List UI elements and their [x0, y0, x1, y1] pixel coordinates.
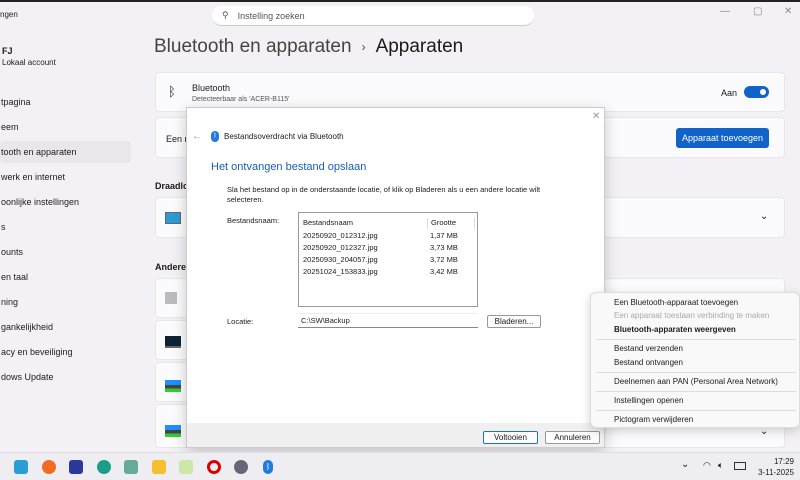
search-input[interactable]: ⚲ Instelling zoeken — [212, 6, 534, 26]
close-button[interactable]: ✕ — [784, 6, 792, 17]
battery-icon[interactable] — [734, 462, 746, 470]
chevron-up-tray-icon[interactable]: ⌄ — [681, 459, 689, 470]
edge-icon[interactable] — [97, 460, 111, 474]
menu-item-allow-connection: Een apparaat toestaan verbinding te make… — [614, 311, 770, 320]
file-name: 20250920_012312.jpg — [303, 231, 378, 240]
column-header-size[interactable]: Grootte — [427, 218, 475, 229]
finish-button[interactable]: Voltooien — [483, 431, 538, 444]
menu-item-show-devices[interactable]: Bluetooth-apparaten weergeven — [614, 325, 736, 334]
search-icon: ⚲ — [222, 10, 229, 20]
photos-icon[interactable] — [179, 460, 193, 474]
dialog-instruction: Sla het bestand op in de onderstaande lo… — [227, 185, 541, 204]
bluetooth-card — [155, 72, 785, 112]
file-name: 20250920_012327.jpg — [303, 243, 378, 252]
user-name: FJ — [2, 46, 13, 56]
file-size: 3,72 MB — [430, 255, 458, 264]
dialog-header: Bestandsoverdracht via Bluetooth — [224, 132, 344, 141]
menu-separator — [596, 339, 796, 340]
bluetooth-subtitle: Detecteerbaar als 'ACER-B115' — [192, 96, 290, 103]
menu-item-receive-file[interactable]: Bestand ontvangen — [614, 358, 683, 367]
bluetooth-icon: ᛒ — [168, 84, 176, 99]
page-title: Apparaten — [375, 36, 464, 57]
firefox-icon[interactable] — [42, 460, 56, 474]
file-explorer-icon[interactable] — [152, 460, 166, 474]
bluetooth-state: Aan — [721, 88, 738, 98]
save-icon[interactable] — [69, 460, 83, 474]
bluetooth-transfer-dialog: ✕ ← ᛒ Bestandsoverdracht via Bluetooth H… — [186, 107, 605, 448]
sidebar-item-windows-update[interactable]: dows Update — [0, 366, 131, 388]
menu-separator — [596, 391, 796, 392]
menu-item-add-device[interactable]: Een Bluetooth-apparaat toevoegen — [614, 298, 738, 307]
bluetooth-icon: ᛒ — [211, 131, 219, 142]
column-header-name[interactable]: Bestandsnaam — [303, 218, 353, 227]
volume-icon[interactable]: 🔈︎ — [718, 460, 723, 471]
dialog-footer — [187, 423, 604, 447]
file-size: 3,42 MB — [430, 267, 458, 276]
sidebar-item-gaming[interactable]: ning — [0, 291, 131, 313]
cancel-button[interactable]: Annuleren — [545, 431, 600, 444]
network-monitor-icon — [165, 336, 181, 348]
clock-date[interactable]: 3-11-2025 — [752, 468, 794, 477]
control-panel-icon[interactable] — [124, 460, 138, 474]
bluetooth-icon[interactable]: ᛒ — [263, 460, 273, 474]
sidebar-item-time-language[interactable]: en taal — [0, 266, 131, 288]
desktop-icon[interactable] — [14, 460, 28, 474]
bluetooth-toggle[interactable] — [744, 86, 769, 98]
section-other: Andere — [155, 262, 187, 272]
sidebar-item-bluetooth[interactable]: tooth en apparaten — [0, 141, 131, 163]
filename-label: Bestandsnaam: — [227, 216, 280, 225]
menu-item-open-settings[interactable]: Instellingen openen — [614, 396, 683, 405]
menu-item-send-file[interactable]: Bestand verzenden — [614, 344, 683, 353]
sidebar-item-apps[interactable]: s — [0, 216, 131, 238]
sidebar-item-personalization[interactable]: oonlijke instellingen — [0, 191, 131, 213]
sidebar-item-network[interactable]: werk en internet — [0, 166, 131, 188]
menu-separator — [596, 372, 796, 373]
taskbar: ᛒ ⌄ ◠ 🔈︎ 17:29 3-11-2025 — [0, 452, 800, 480]
minimize-button[interactable]: — — [720, 6, 730, 17]
browse-button[interactable]: Bladeren... — [487, 315, 541, 328]
maximize-button[interactable]: ▢ — [753, 6, 762, 17]
settings-icon[interactable] — [234, 460, 248, 474]
sidebar-item-system[interactable]: eem — [0, 116, 131, 138]
file-name: 20250930_204057.jpg — [303, 255, 378, 264]
wifi-icon[interactable]: ◠ — [703, 460, 711, 471]
top-border — [0, 0, 800, 2]
monitor-icon — [165, 212, 181, 224]
add-device-button[interactable]: Apparaat toevoegen — [676, 128, 769, 148]
sidebar-item-privacy[interactable]: acy en beveiliging — [0, 341, 131, 363]
opera-icon[interactable] — [207, 460, 221, 474]
sidebar-item-accessibility[interactable]: gankelijkheid — [0, 316, 131, 338]
bluetooth-context-menu: Een Bluetooth-apparaat toevoegen Een app… — [590, 292, 800, 428]
section-wireless: Draadlo — [155, 181, 189, 191]
search-placeholder: Instelling zoeken — [237, 10, 305, 21]
file-list[interactable]: Bestandsnaam Grootte 20250920_012312.jpg… — [298, 212, 478, 307]
media-device-icon — [165, 380, 181, 392]
breadcrumb-parent[interactable]: Bluetooth en apparaten — [154, 36, 352, 58]
menu-item-remove-icon[interactable]: Pictogram verwijderen — [614, 415, 693, 424]
breadcrumb-separator: › — [361, 40, 366, 54]
breadcrumb: Bluetooth en apparaten › Apparaten — [154, 36, 463, 58]
user-account: Lokaal account — [2, 58, 56, 67]
sidebar-item-accounts[interactable]: ounts — [0, 241, 131, 263]
sidebar-item-home[interactable]: tpagina — [0, 91, 131, 113]
dialog-close-button[interactable]: ✕ — [592, 111, 600, 122]
back-arrow-icon[interactable]: ← — [192, 131, 202, 142]
window-title: ngen — [0, 10, 18, 19]
clock-time[interactable]: 17:29 — [768, 457, 794, 466]
location-label: Locatie: — [227, 317, 254, 326]
menu-separator — [596, 410, 796, 411]
device-icon — [165, 292, 177, 304]
file-size: 1,37 MB — [430, 231, 458, 240]
chevron-down-icon[interactable]: ⌄ — [760, 211, 768, 222]
file-name: 20251024_153833.jpg — [303, 267, 378, 276]
menu-item-join-pan[interactable]: Deelnemen aan PAN (Personal Area Network… — [614, 377, 778, 386]
dialog-title: Het ontvangen bestand opslaan — [211, 161, 367, 173]
media-device-icon — [165, 425, 181, 437]
bluetooth-title: Bluetooth — [192, 83, 231, 93]
location-input[interactable]: C:\SW\Backup — [298, 313, 478, 328]
file-size: 3,73 MB — [430, 243, 458, 252]
